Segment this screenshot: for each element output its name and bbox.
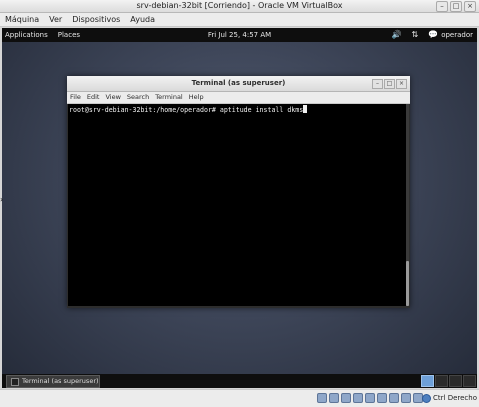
user-chat-icon: 💬: [428, 30, 439, 39]
terminal-window-controls: – □ ×: [372, 79, 407, 89]
terminal-scrollbar-thumb[interactable]: [406, 261, 409, 306]
hard-disk-icon[interactable]: [317, 393, 327, 403]
close-icon[interactable]: ×: [464, 1, 476, 12]
menu-ver[interactable]: Ver: [44, 13, 67, 26]
network-adapter-icon[interactable]: [353, 393, 363, 403]
menu-maquina[interactable]: Máquina: [0, 13, 44, 26]
vbox-window-controls: – □ ×: [436, 1, 476, 12]
volume-icon[interactable]: 🔊: [392, 28, 402, 42]
menu-dispositivos[interactable]: Dispositivos: [67, 13, 125, 26]
terminal-menu-edit[interactable]: Edit: [84, 92, 103, 103]
host-key-indicator: Ctrl Derecho: [422, 390, 477, 407]
terminal-menu-file[interactable]: File: [67, 92, 84, 103]
user-menu[interactable]: 💬 operador: [428, 28, 473, 42]
display-icon[interactable]: [389, 393, 399, 403]
terminal-scrollbar[interactable]: [406, 104, 409, 306]
workspace-1[interactable]: [421, 375, 434, 387]
terminal-titlebar[interactable]: Terminal (as superuser) – □ ×: [67, 76, 410, 92]
terminal-menu-view[interactable]: View: [102, 92, 123, 103]
workspace-3[interactable]: [449, 375, 462, 387]
maximize-icon[interactable]: □: [450, 1, 462, 12]
terminal-icon: [11, 377, 19, 386]
taskbar-terminal-button[interactable]: Terminal (as superuser): [6, 375, 100, 388]
vbox-statusbar: Ctrl Derecho: [0, 389, 479, 407]
network-icon[interactable]: ⇅: [412, 28, 419, 42]
usb-icon[interactable]: [365, 393, 375, 403]
audio-icon[interactable]: [341, 393, 351, 403]
vbox-titlebar: srv-debian-32bit [Corriendo] - Oracle VM…: [0, 0, 479, 13]
guest-screen[interactable]: Applications Places Fri Jul 25, 4:57 AM …: [2, 28, 477, 388]
terminal-menubar: File Edit View Search Terminal Help: [67, 92, 410, 104]
optical-drive-icon[interactable]: [329, 393, 339, 403]
vbox-window-title: srv-debian-32bit [Corriendo] - Oracle VM…: [136, 1, 343, 10]
mouse-pointer-icon: ›: [0, 195, 4, 204]
terminal-screen[interactable]: root@srv-debian-32bit:/home/operador# ap…: [68, 104, 406, 306]
gnome-top-panel: Applications Places Fri Jul 25, 4:57 AM …: [2, 28, 477, 42]
text-cursor: [303, 105, 308, 113]
workspace-2[interactable]: [435, 375, 448, 387]
username-label: operador: [441, 31, 473, 39]
shared-folders-icon[interactable]: [377, 393, 387, 403]
minimize-icon[interactable]: –: [436, 1, 448, 12]
terminal-command-line: root@srv-debian-32bit:/home/operador# ap…: [69, 105, 308, 115]
terminal-title: Terminal (as superuser): [191, 79, 286, 87]
terminal-menu-terminal[interactable]: Terminal: [152, 92, 185, 103]
workspace-4[interactable]: [463, 375, 476, 387]
gnome-bottom-panel: Terminal (as superuser): [2, 374, 477, 388]
taskbar-terminal-label: Terminal (as superuser): [22, 377, 99, 385]
terminal-menu-search[interactable]: Search: [124, 92, 152, 103]
terminal-menu-help[interactable]: Help: [186, 92, 207, 103]
terminal-window[interactable]: Terminal (as superuser) – □ × File Edit …: [67, 76, 410, 308]
video-capture-icon[interactable]: [401, 393, 411, 403]
vbox-status-icons: [317, 393, 423, 403]
terminal-prompt-text: root@srv-debian-32bit:/home/operador# ap…: [69, 106, 304, 114]
host-key-label: Ctrl Derecho: [433, 394, 477, 402]
terminal-minimize-icon[interactable]: –: [372, 79, 383, 89]
host-key-icon: [422, 394, 432, 403]
vbox-menubar: Máquina Ver Dispositivos Ayuda: [0, 13, 479, 27]
terminal-maximize-icon[interactable]: □: [384, 79, 395, 89]
terminal-close-icon[interactable]: ×: [396, 79, 407, 89]
workspace-switcher: [421, 375, 476, 387]
menu-ayuda[interactable]: Ayuda: [125, 13, 160, 26]
